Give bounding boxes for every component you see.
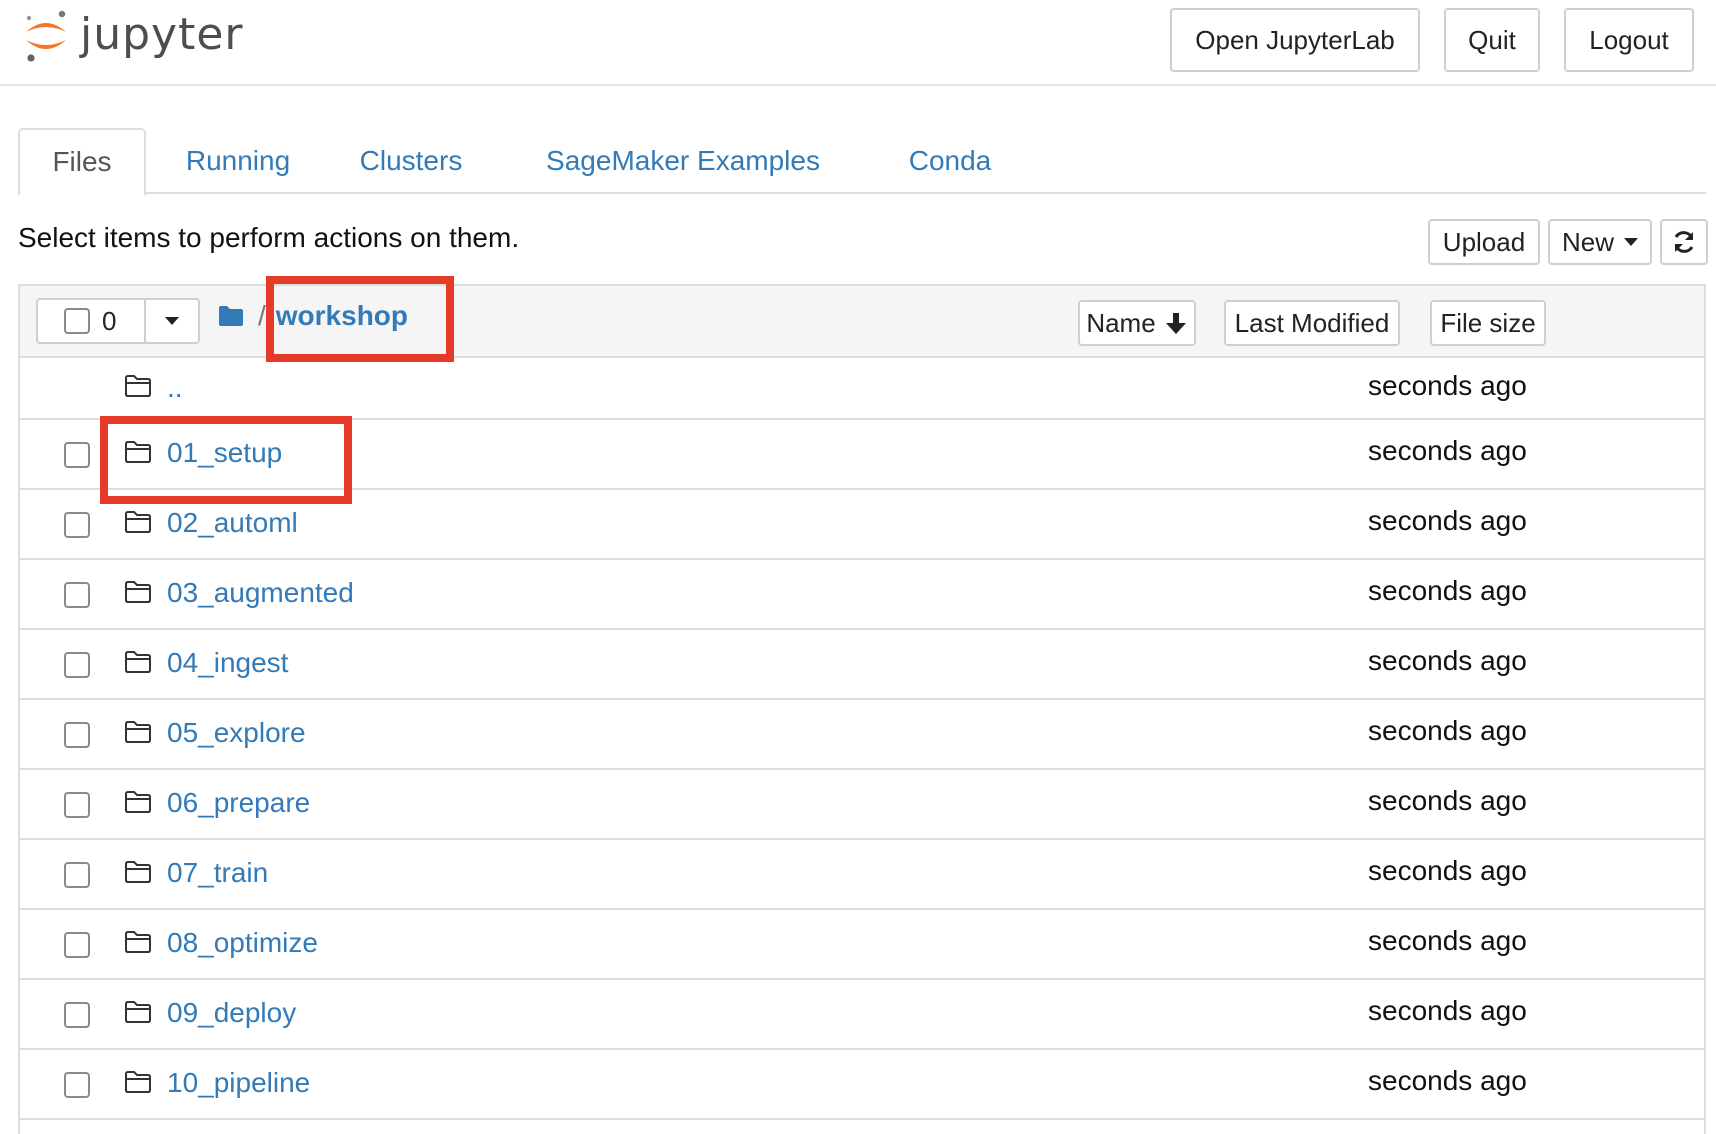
last-modified: seconds ago bbox=[1368, 370, 1527, 401]
folder-icon bbox=[125, 1071, 151, 1093]
tab-conda[interactable]: Conda bbox=[890, 128, 1010, 194]
arrow-down-icon bbox=[1165, 313, 1186, 334]
select-menu-dropdown[interactable] bbox=[146, 300, 198, 342]
select-all-group: 0 bbox=[36, 298, 200, 344]
row-checkbox[interactable] bbox=[64, 792, 90, 818]
row-checkbox[interactable] bbox=[64, 582, 90, 608]
last-modified: seconds ago bbox=[1368, 645, 1527, 676]
row-checkbox[interactable] bbox=[64, 722, 90, 748]
refresh-icon bbox=[1674, 231, 1694, 253]
last-modified: seconds ago bbox=[1368, 995, 1527, 1026]
folder-link[interactable]: 07_train bbox=[167, 857, 268, 889]
list-item[interactable]: 04_ingest seconds ago bbox=[20, 630, 1704, 700]
folder-icon bbox=[125, 861, 151, 883]
breadcrumb-current-folder[interactable]: workshop bbox=[276, 300, 408, 332]
select-all-checkbox[interactable] bbox=[64, 308, 90, 334]
open-jupyterlab-button[interactable]: Open JupyterLab bbox=[1170, 8, 1420, 72]
folder-link[interactable]: 03_augmented bbox=[167, 577, 354, 609]
chevron-down-icon bbox=[1624, 238, 1638, 246]
new-dropdown-button[interactable]: New bbox=[1548, 219, 1652, 265]
sort-name-label: Name bbox=[1086, 307, 1156, 338]
tab-clusters[interactable]: Clusters bbox=[346, 128, 476, 194]
list-item[interactable]: 03_augmented seconds ago bbox=[20, 560, 1704, 630]
tab-sagemaker-examples[interactable]: SageMaker Examples bbox=[538, 128, 828, 194]
folder-link[interactable]: 02_automl bbox=[167, 507, 298, 539]
list-item[interactable]: 02_automl seconds ago bbox=[20, 490, 1704, 560]
header-bar: jupyter Open JupyterLab Quit Logout bbox=[0, 0, 1716, 86]
jupyter-logo[interactable]: jupyter bbox=[22, 6, 244, 64]
sort-by-file-size-button[interactable]: File size bbox=[1430, 300, 1546, 346]
list-item-parent[interactable]: .. seconds ago bbox=[20, 358, 1704, 420]
quit-button[interactable]: Quit bbox=[1444, 8, 1540, 72]
selected-count: 0 bbox=[102, 305, 117, 336]
last-modified: seconds ago bbox=[1368, 1065, 1527, 1096]
folder-link[interactable]: 01_setup bbox=[167, 437, 282, 469]
row-checkbox[interactable] bbox=[64, 932, 90, 958]
sort-by-last-modified-button[interactable]: Last Modified bbox=[1224, 300, 1400, 346]
folder-link[interactable]: 05_explore bbox=[167, 717, 306, 749]
folder-icon bbox=[125, 931, 151, 953]
jupyter-logo-icon bbox=[26, 10, 66, 62]
folder-icon bbox=[125, 1001, 151, 1023]
folder-icon bbox=[125, 651, 151, 673]
row-checkbox[interactable] bbox=[64, 512, 90, 538]
list-item[interactable]: 05_explore seconds ago bbox=[20, 700, 1704, 770]
row-checkbox[interactable] bbox=[64, 1072, 90, 1098]
folder-icon bbox=[125, 721, 151, 743]
list-item[interactable]: 10_pipeline seconds ago bbox=[20, 1050, 1704, 1120]
folder-icon bbox=[125, 441, 151, 463]
selection-hint: Select items to perform actions on them. bbox=[18, 222, 520, 253]
file-list-panel: 0 / workshop Name Last Modified File siz… bbox=[18, 284, 1706, 1134]
breadcrumb: / workshop bbox=[218, 300, 408, 332]
sort-by-name-button[interactable]: Name bbox=[1078, 300, 1196, 346]
file-list-header: 0 / workshop Name Last Modified File siz… bbox=[20, 286, 1704, 358]
last-modified: seconds ago bbox=[1368, 715, 1527, 746]
main-tabs: Files Running Clusters SageMaker Example… bbox=[18, 128, 1706, 196]
folder-icon bbox=[125, 511, 151, 533]
logout-button[interactable]: Logout bbox=[1564, 8, 1694, 72]
last-modified: seconds ago bbox=[1368, 505, 1527, 536]
last-modified: seconds ago bbox=[1368, 575, 1527, 606]
row-checkbox[interactable] bbox=[64, 652, 90, 678]
last-modified: seconds ago bbox=[1368, 855, 1527, 886]
folder-link[interactable]: 08_optimize bbox=[167, 927, 318, 959]
chevron-down-icon bbox=[165, 317, 179, 325]
list-item[interactable]: 09_deploy seconds ago bbox=[20, 980, 1704, 1050]
last-modified: seconds ago bbox=[1368, 435, 1527, 466]
tab-files[interactable]: Files bbox=[18, 128, 146, 196]
folder-icon bbox=[125, 791, 151, 813]
list-item[interactable]: 08_optimize seconds ago bbox=[20, 910, 1704, 980]
last-modified: seconds ago bbox=[1368, 785, 1527, 816]
select-all-toggle[interactable]: 0 bbox=[38, 300, 146, 342]
folder-link[interactable]: 10_pipeline bbox=[167, 1067, 310, 1099]
list-item[interactable]: 07_train seconds ago bbox=[20, 840, 1704, 910]
logo-text: jupyter bbox=[80, 9, 244, 60]
folder-link[interactable]: 04_ingest bbox=[167, 647, 288, 679]
tab-running[interactable]: Running bbox=[168, 128, 308, 194]
row-checkbox[interactable] bbox=[64, 442, 90, 468]
list-item[interactable]: 06_prepare seconds ago bbox=[20, 770, 1704, 840]
upload-button[interactable]: Upload bbox=[1428, 219, 1540, 265]
folder-icon bbox=[125, 581, 151, 603]
folder-link[interactable]: 06_prepare bbox=[167, 787, 310, 819]
last-modified: seconds ago bbox=[1368, 925, 1527, 956]
breadcrumb-separator: / bbox=[258, 300, 266, 331]
list-item[interactable]: 01_setup seconds ago bbox=[20, 420, 1704, 490]
folder-icon bbox=[125, 375, 151, 397]
folder-link[interactable]: 09_deploy bbox=[167, 997, 296, 1029]
row-checkbox[interactable] bbox=[64, 862, 90, 888]
new-button-label: New bbox=[1561, 226, 1614, 257]
refresh-button[interactable] bbox=[1660, 219, 1708, 265]
row-checkbox[interactable] bbox=[64, 1002, 90, 1028]
folder-link[interactable]: .. bbox=[167, 372, 183, 404]
folder-home-icon[interactable] bbox=[218, 305, 244, 327]
